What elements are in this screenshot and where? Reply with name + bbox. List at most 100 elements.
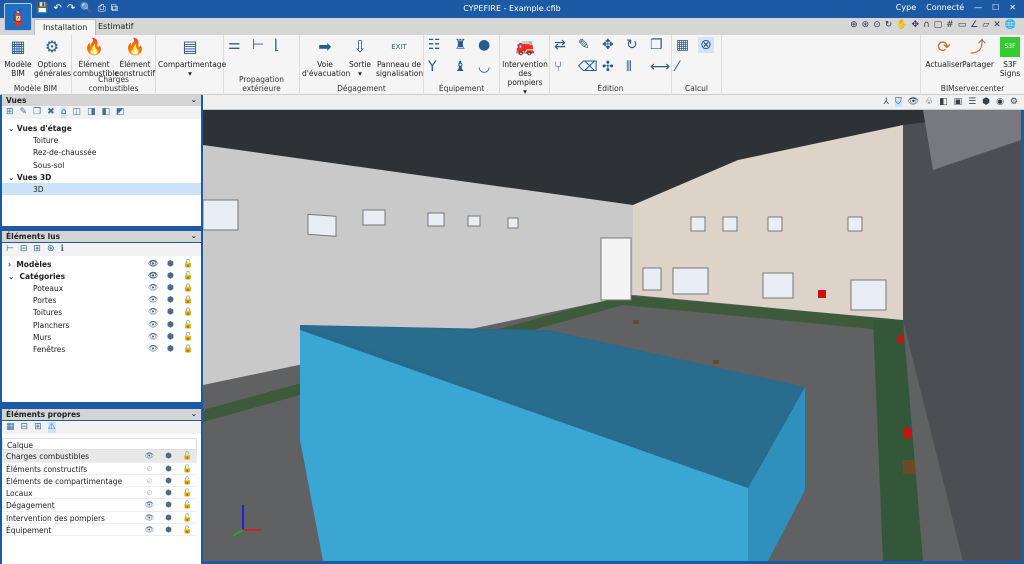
cube-icon[interactable]: ⬢ — [159, 524, 178, 535]
export-icon[interactable]: ⧉ — [111, 3, 118, 14]
element-constructif-button[interactable]: 🔥 Élément constructif — [115, 37, 155, 78]
extinguisher-icon[interactable]: ♜ — [454, 37, 467, 53]
cube-icon[interactable]: ⬢ — [159, 487, 178, 498]
detector-icon[interactable]: ◡ — [478, 59, 490, 75]
search-icon[interactable]: 🔍 — [80, 3, 92, 14]
3d-scene[interactable] — [202, 110, 1021, 561]
tree-item-modeles[interactable]: › Modèles 👁 ⬢ 🔓 — [2, 258, 201, 270]
cube-icon[interactable]: ⬢ — [159, 475, 178, 486]
view-3d-icon[interactable]: ⌂ — [60, 107, 67, 118]
undo-icon[interactable]: ↶ — [53, 3, 61, 14]
sprinkler-icon[interactable]: Y — [428, 59, 437, 75]
category-item[interactable]: Portes 👁 ⬢ 🔒 — [2, 294, 201, 306]
add-view-icon[interactable]: ⊞ — [6, 107, 14, 118]
ruler-icon[interactable]: ▭ — [958, 20, 967, 30]
view-item[interactable]: Rez-de-chaussée — [2, 146, 201, 158]
hide-icon[interactable]: ◉ — [996, 97, 1004, 107]
add-layer-icon[interactable]: ▦ — [6, 422, 15, 433]
propagation-facade-icon[interactable]: ⚌ — [228, 37, 241, 53]
save-icon[interactable]: 💾 — [36, 3, 48, 14]
cube-icon[interactable]: ⬢ — [159, 499, 178, 510]
tab-estimatif[interactable]: Estimatif — [90, 19, 141, 35]
partager-button[interactable]: ⤴ Partager — [961, 37, 995, 69]
category-item[interactable]: Planchers 👁 ⬢ 🔓 — [2, 319, 201, 331]
section-box-icon[interactable]: ◧ — [939, 97, 948, 107]
refresh-icon[interactable]: ↻ — [885, 20, 893, 30]
category-item[interactable]: Murs 👁 ⬢ 🔓 — [2, 331, 201, 343]
zoom-window-icon[interactable]: ⊙ — [873, 20, 881, 30]
fire-hose-icon[interactable]: ☷ — [428, 37, 441, 53]
actualiser-button[interactable]: ⟳ Actualiser — [925, 37, 963, 69]
delete-view-icon[interactable]: ✖ — [47, 107, 55, 118]
pan-icon[interactable]: ✋ — [896, 20, 907, 30]
eye-icon[interactable]: 👁 — [140, 524, 159, 535]
cube-icon[interactable]: ⬢ — [159, 512, 178, 523]
options-generales-button[interactable]: ⚙ Options générales — [34, 37, 71, 78]
layer-row[interactable]: Éléments de compartimentage ⊘ ⬢ 🔓 — [2, 475, 197, 488]
snap-icon[interactable]: ▢ — [934, 20, 943, 30]
measure-icon[interactable]: ⟷ — [650, 59, 670, 75]
layer-row[interactable]: Locaux ⊘ ⬢ 🔓 — [2, 487, 197, 500]
edit-icon[interactable]: ✎ — [578, 37, 590, 53]
layer-row[interactable]: Éléments constructifs ⊘ ⬢ 🔓 — [2, 463, 197, 475]
tree-item-categories[interactable]: ⌄ Catégories 👁 ⬢ 🔓 — [2, 270, 201, 282]
minimize-button[interactable]: — — [974, 3, 982, 12]
connection-status[interactable]: Connecté — [926, 3, 964, 12]
print-icon[interactable]: ⎙ — [98, 3, 106, 14]
view-item-selected[interactable]: 3D — [2, 183, 201, 195]
visibility-icon[interactable]: 👁 — [908, 97, 919, 107]
modele-bim-button[interactable]: ▦ Modèle BIM — [3, 37, 33, 78]
lock-icon[interactable]: 🔓 — [178, 475, 197, 486]
plane-icon[interactable]: ▣ — [954, 97, 963, 107]
layer-row[interactable]: Équipement 👁 ⬢ 🔓 — [2, 524, 197, 537]
eye-icon[interactable]: 👁 — [140, 450, 159, 461]
calculator-icon[interactable]: ▦ — [676, 37, 689, 53]
mirror-icon[interactable]: ⫴ — [626, 59, 632, 75]
info-icon[interactable]: ℹ — [60, 244, 63, 255]
grid-view-icon[interactable]: ⊞ — [33, 244, 41, 255]
filter-icon[interactable]: ⊛ — [47, 244, 55, 255]
cube-icon[interactable]: ⬢ — [982, 97, 990, 107]
eraser-icon[interactable]: ⌫ — [578, 59, 598, 75]
intervention-pompiers-button[interactable]: 🚒 Intervention des pompiers ▾ — [501, 37, 549, 96]
edit-view-icon[interactable]: ✎ — [20, 107, 28, 118]
section-edit-icon[interactable]: ◩ — [116, 107, 125, 118]
tools-icon[interactable]: ✕ — [993, 20, 1001, 30]
zoom-all-icon[interactable]: ⊛ — [862, 20, 870, 30]
redo-icon[interactable]: ↷ — [67, 3, 75, 14]
angle-icon[interactable]: ∠ — [970, 20, 978, 30]
error-warning-icon[interactable]: ⊗ — [698, 37, 714, 53]
voie-evacuation-button[interactable]: ➡ Voie d'évacuation — [302, 37, 350, 78]
section-icon[interactable]: ◧ — [101, 107, 110, 118]
layer-row[interactable]: Intervention des pompiers 👁 ⬢ 🔓 — [2, 512, 197, 525]
element-combustible-button[interactable]: 🔥 Élément combustible — [73, 37, 119, 78]
shield-icon[interactable]: ⛉ — [894, 97, 902, 107]
copy-view-icon[interactable]: ❐ — [33, 107, 41, 118]
magnet-icon[interactable]: ∩ — [923, 20, 930, 30]
move-icon[interactable]: ✥ — [602, 37, 614, 53]
copy-icon[interactable]: ❐ — [650, 37, 663, 53]
eye-icon[interactable]: 👁 — [140, 512, 159, 523]
comment-icon[interactable]: ▱ — [982, 20, 989, 30]
eye-icon[interactable]: 👁 — [140, 499, 159, 510]
view-item[interactable]: Sous-sol — [2, 159, 201, 171]
eye-off-icon[interactable]: ⊘ — [140, 487, 159, 498]
warning-icon[interactable]: ⚠ — [47, 422, 56, 433]
magic-wand-icon[interactable]: ⁄ — [676, 59, 678, 75]
globe-icon[interactable]: 🌐 — [1005, 20, 1016, 30]
axes-icon[interactable]: ⅄ — [883, 97, 889, 107]
orbit-icon[interactable]: ✥ — [912, 20, 920, 30]
3d-viewport[interactable] — [202, 110, 1021, 561]
lock-icon[interactable]: 🔓 — [178, 463, 197, 474]
maximize-button[interactable]: ☐ — [992, 3, 999, 12]
lock-icon[interactable]: 🔓 — [178, 450, 197, 461]
grid-view-icon[interactable]: ⊞ — [34, 422, 42, 433]
lock-icon[interactable]: 🔓 — [178, 524, 197, 535]
eye-off-icon[interactable]: ⊘ — [140, 475, 159, 486]
tree-group-vues-etage[interactable]: ⌄ Vues d'étage — [2, 122, 201, 134]
hydrant-icon[interactable]: ♝ — [454, 59, 467, 75]
alarm-bell-icon[interactable]: ● — [478, 37, 490, 53]
propagation-corner-icon[interactable]: ⊢ — [252, 37, 264, 53]
close-button[interactable]: ✕ — [1009, 3, 1016, 12]
propagation-roof-icon[interactable]: ⌊ — [274, 37, 279, 53]
